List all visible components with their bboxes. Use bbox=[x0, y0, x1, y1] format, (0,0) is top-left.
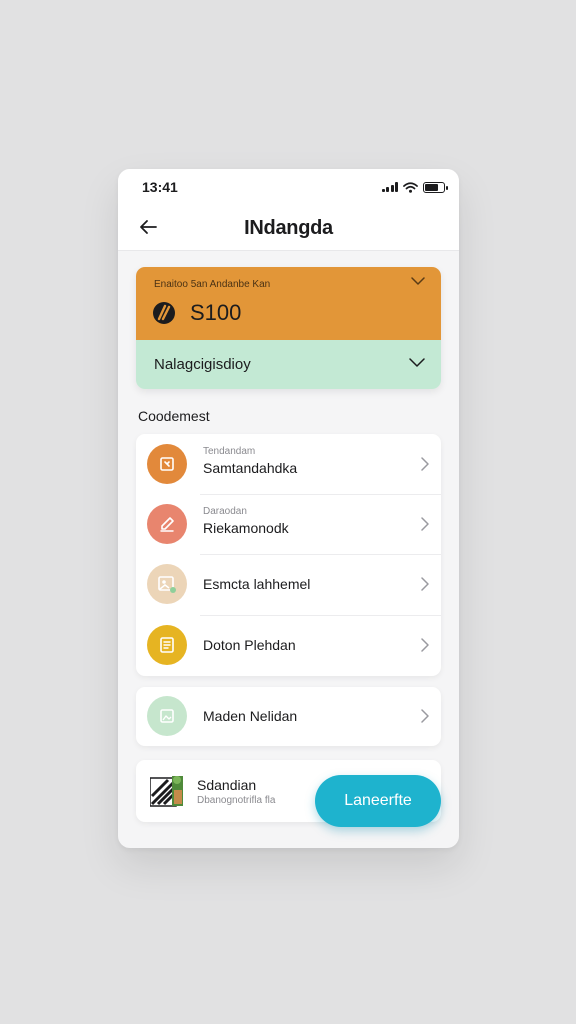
section-heading: Coodemest bbox=[138, 408, 210, 424]
list-item-subtitle: Daraodan bbox=[203, 506, 247, 517]
chevron-right-icon bbox=[421, 517, 429, 531]
list-item-title: Samtandahdka bbox=[203, 460, 298, 476]
balance-caption: Enaitoo 5an Andanbe Kan bbox=[154, 279, 271, 290]
thumbnail-image bbox=[150, 776, 183, 807]
battery-icon bbox=[423, 181, 448, 193]
coin-logo-icon bbox=[153, 302, 175, 324]
signal-icon bbox=[381, 182, 398, 192]
image-icon bbox=[147, 564, 187, 604]
bottom-card-subtitle: Dbanognotrifla fla bbox=[197, 795, 276, 806]
nav-bar: INdangda bbox=[118, 205, 459, 251]
list-item-subtitle: Tendandam bbox=[203, 446, 256, 457]
list-item[interactable]: Tendandam Samtandahdka bbox=[136, 434, 441, 495]
chevron-right-icon bbox=[421, 638, 429, 652]
balance-amount: S100 bbox=[190, 300, 242, 325]
single-option-card[interactable]: Maden Nelidan bbox=[136, 687, 441, 746]
single-option-title: Maden Nelidan bbox=[203, 708, 298, 724]
phone-screen: 13:41 INdangda Enaitoo 5an Andanbe Kan S… bbox=[118, 169, 459, 848]
list-item[interactable]: Esmcta lahhemel bbox=[136, 554, 441, 615]
document-icon bbox=[147, 625, 187, 665]
photo-icon bbox=[147, 696, 187, 736]
list-item-title: Esmcta lahhemel bbox=[203, 576, 311, 592]
chevron-right-icon bbox=[421, 457, 429, 471]
receipt-icon bbox=[147, 444, 187, 484]
chevron-down-icon bbox=[411, 277, 425, 285]
bottom-card-title: Sdandian bbox=[197, 777, 257, 793]
page-title: INdangda bbox=[244, 217, 333, 239]
balance-header[interactable]: Enaitoo 5an Andanbe Kan S100 bbox=[136, 267, 441, 340]
primary-action-button[interactable]: Laneerfte bbox=[315, 775, 441, 827]
list-item-title: Doton Plehdan bbox=[203, 637, 296, 653]
options-list: Tendandam Samtandahdka Daraodan Riekamon… bbox=[136, 434, 441, 676]
chevron-right-icon bbox=[421, 709, 429, 723]
pencil-icon bbox=[147, 504, 187, 544]
status-icons bbox=[381, 181, 448, 193]
list-item-title: Riekamonodk bbox=[203, 520, 289, 536]
list-item[interactable]: Doton Plehdan bbox=[136, 615, 441, 676]
chevron-right-icon bbox=[421, 577, 429, 591]
account-selector[interactable]: Nalagcigisdioy bbox=[136, 340, 441, 389]
status-time: 13:41 bbox=[142, 179, 178, 195]
account-selector-label: Nalagcigisdioy bbox=[154, 356, 251, 373]
balance-card: Enaitoo 5an Andanbe Kan S100 Nalagcigisd… bbox=[136, 267, 441, 389]
chevron-down-icon bbox=[409, 358, 425, 367]
status-bar: 13:41 bbox=[118, 169, 459, 205]
wifi-icon bbox=[403, 181, 418, 193]
list-item[interactable]: Daraodan Riekamonodk bbox=[136, 494, 441, 555]
